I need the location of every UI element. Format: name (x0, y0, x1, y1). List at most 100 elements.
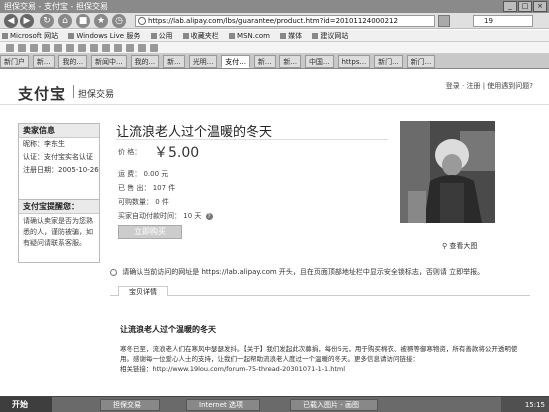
toolbar-icon[interactable] (42, 44, 50, 52)
title-bar: 担保交易 - 支付宝 - 担保交易 _ □ × (0, 0, 549, 13)
go-button[interactable] (438, 15, 450, 27)
taskbar-item[interactable]: 担保交易 (100, 399, 160, 411)
browser-tab[interactable]: https... (337, 55, 371, 68)
sold-value: 107 件 (152, 184, 176, 192)
browser-tab[interactable]: 我的... (58, 55, 88, 68)
magnifier-icon: ⚲ (442, 242, 448, 250)
toolbar-icon[interactable] (150, 44, 158, 52)
tab-product-detail[interactable]: 宝贝详情 (118, 286, 168, 296)
stop-icon[interactable]: ■ (76, 14, 90, 28)
page-header: 支付宝 担保交易 登录 · 注册 | 使用遇到问题? (0, 69, 549, 105)
toolbar-icon[interactable] (78, 44, 86, 52)
detail-body: 寒冬已至，流浪老人们在寒风中瑟瑟发抖。【关于】我们发起此次募捐，每份5元，用于购… (120, 344, 520, 374)
favorite-item[interactable]: 公用 (149, 30, 179, 41)
shipping-label: 运 费： (118, 170, 142, 178)
browser-tab[interactable]: 新闻中... (91, 55, 127, 68)
tips-box: 支付宝提醒您： 请确认卖家是否为您熟悉的人，谨防被骗，如有疑问请联系客服。 (18, 199, 100, 263)
toolbar-icon[interactable] (54, 44, 62, 52)
favorite-item[interactable]: Microsoft 网站 (0, 30, 64, 41)
toolbar-icon[interactable] (90, 44, 98, 52)
home-icon[interactable]: ⌂ (58, 14, 72, 28)
toolbar-icon[interactable] (126, 44, 134, 52)
favorite-item[interactable]: 建议网站 (310, 30, 354, 41)
logo-divider (73, 85, 74, 98)
browser-tab[interactable]: 新门... (374, 55, 403, 68)
notice-text: 请确认当前访问的网址是 https://lab.alipay.com 开头，且在… (122, 268, 485, 276)
buy-now-button[interactable]: 立即购买 (118, 225, 182, 239)
title-divider (116, 139, 388, 140)
toolbar-icon[interactable] (30, 44, 38, 52)
browser-window: 担保交易 - 支付宝 - 担保交易 _ □ × ◀ ▶ ↻ ⌂ ■ ★ ◷ ht… (0, 0, 549, 412)
zoom-link[interactable]: ⚲ 查看大图 (442, 241, 477, 251)
favorites-bar: Microsoft 网站 Windows Live 服务 公用 收藏夹栏 MSN… (0, 30, 549, 42)
search-input[interactable]: 19 (473, 15, 533, 27)
confirm-label: 买家自动付款时间： (118, 212, 181, 220)
product-title: 让流浪老人过个温暖的冬天 (116, 125, 273, 140)
maximize-button[interactable]: □ (518, 1, 532, 12)
browser-tab[interactable]: 新... (279, 55, 302, 68)
clock: 15:15 (524, 401, 545, 409)
browser-tab[interactable]: 光明... (188, 55, 218, 68)
favorite-item[interactable]: MSN.com (227, 30, 276, 41)
browser-tab[interactable]: 中国... (304, 55, 334, 68)
taskbar: 开始 担保交易 Internet 选项 已载入图片 - 画图 15:15 (0, 396, 549, 412)
back-button[interactable]: ◀ (4, 14, 18, 28)
start-button[interactable]: 开始 (0, 397, 52, 412)
tips-box-title: 支付宝提醒您： (19, 200, 99, 214)
taskbar-item[interactable]: 已载入图片 - 画图 (290, 399, 378, 411)
stock-row: 可购数量： 0 件 (118, 197, 169, 207)
toolbar-icon[interactable] (102, 44, 110, 52)
shipping-row: 运 费： 0.00 元 (118, 169, 168, 179)
browser-tab[interactable]: 我的... (130, 55, 160, 68)
header-links[interactable]: 登录 · 注册 | 使用遇到问题? (446, 81, 533, 91)
lock-icon (138, 17, 146, 25)
sold-row: 已 售 出： 107 件 (118, 183, 175, 193)
help-icon[interactable]: ? (205, 213, 213, 220)
security-notice: 请确认当前访问的网址是 https://lab.alipay.com 开头，且在… (110, 265, 530, 279)
toolbar-icon[interactable] (114, 44, 122, 52)
seller-info-box: 卖家信息 昵称：李东生 认证：支付宝实名认证 注册日期：2005-10-26 (18, 123, 100, 211)
browser-tab-active[interactable]: 支付... (221, 55, 250, 68)
confirm-row: 买家自动付款时间： 10 天 ? (118, 211, 213, 221)
toolbar-icon[interactable] (138, 44, 146, 52)
toolbar-icon[interactable] (66, 44, 74, 52)
search-text: 19 (484, 17, 493, 25)
browser-tab[interactable]: 新... (253, 55, 276, 68)
detail-text: 寒冬已至，流浪老人们在寒风中瑟瑟发抖。【关于】我们发起此次募捐，每份5元，用于购… (120, 345, 518, 363)
address-input[interactable]: https://lab.alipay.com/lbs/guarantee/pro… (135, 15, 435, 27)
browser-tab[interactable]: 新... (32, 55, 55, 68)
taskbar-item[interactable]: Internet 选项 (186, 399, 260, 411)
sold-label: 已 售 出： (118, 184, 151, 192)
toolbar (0, 42, 549, 54)
browser-tab[interactable]: 新门户 (0, 55, 29, 68)
browser-tab[interactable]: 新门... (406, 55, 436, 68)
toolbar-icon[interactable] (6, 44, 14, 52)
favorites-icon[interactable]: ★ (94, 14, 108, 28)
product-photo-image (400, 121, 495, 223)
zoom-label: 查看大图 (449, 242, 478, 250)
favorite-item[interactable]: 媒体 (278, 30, 308, 41)
alipay-logo[interactable]: 支付宝 (18, 83, 66, 104)
browser-tab[interactable]: 新... (163, 55, 185, 68)
favorite-item[interactable]: Windows Live 服务 (66, 30, 146, 41)
refresh-icon[interactable]: ↻ (40, 14, 54, 28)
shipping-value: 0.00 元 (143, 170, 169, 178)
minimize-button[interactable]: _ (503, 1, 517, 12)
favorite-item[interactable]: 收藏夹栏 (181, 30, 225, 41)
close-button[interactable]: × (533, 1, 547, 12)
system-tray: 15:15 (501, 397, 549, 412)
stock-label: 可购数量： (118, 198, 153, 206)
address-row: ◀ ▶ ↻ ⌂ ■ ★ ◷ https://lab.alipay.com/lbs… (0, 13, 549, 29)
detail-section: 宝贝详情 让流浪老人过个温暖的冬天 寒冬已至，流浪老人们在寒风中瑟瑟发抖。【关于… (110, 286, 530, 393)
detail-heading: 让流浪老人过个温暖的冬天 (120, 325, 216, 334)
history-icon[interactable]: ◷ (112, 14, 126, 28)
forward-button[interactable]: ▶ (20, 14, 34, 28)
confirm-value: 10 天 (183, 212, 202, 220)
window-title: 担保交易 - 支付宝 - 担保交易 (4, 2, 108, 11)
toolbar-icon[interactable] (18, 44, 26, 52)
seller-box-title: 卖家信息 (19, 124, 99, 138)
header-subtitle: 担保交易 (78, 90, 115, 100)
product-photo[interactable] (400, 121, 495, 223)
product-panel: 让流浪老人过个温暖的冬天 价 格： ￥5.00 运 费： 0.00 元 已 售 … (110, 115, 390, 265)
detail-link[interactable]: 相关链接：http://www.19lou.com/forum-75-threa… (120, 364, 520, 374)
